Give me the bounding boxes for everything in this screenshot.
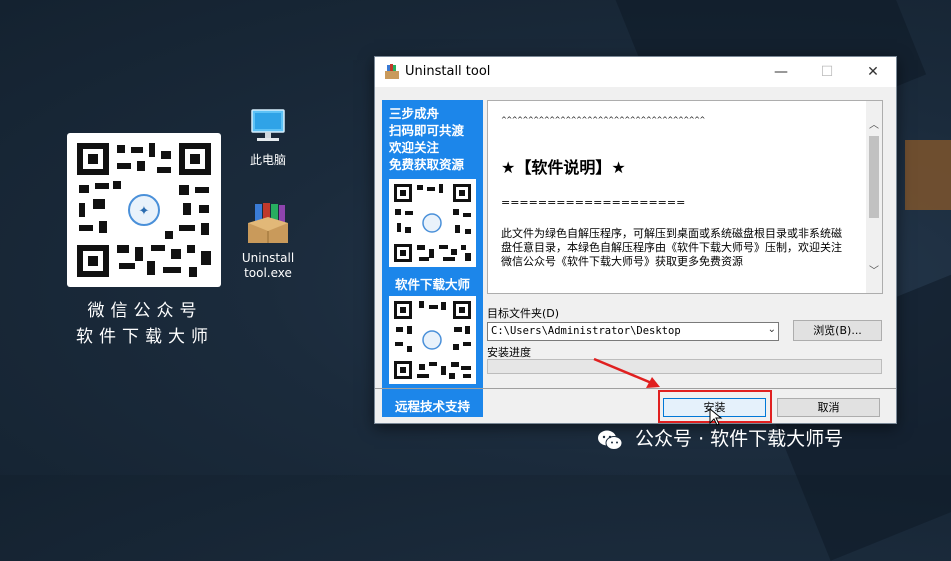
promo-sidebar: 三步成舟 扫码即可共渡 欢迎关注 免费获取资源 软件下载大师 远程技术支持 bbox=[382, 100, 483, 417]
promo-line: 三步成舟 bbox=[389, 106, 440, 121]
cancel-button[interactable]: 取消 bbox=[777, 398, 880, 417]
target-folder-label: 目标文件夹(D) bbox=[487, 307, 560, 320]
desktop-icon-label-ext: tool.exe bbox=[244, 266, 292, 280]
qr-code-icon bbox=[394, 184, 471, 262]
computer-icon bbox=[251, 109, 285, 141]
scroll-down-icon[interactable]: ﹀ bbox=[866, 263, 882, 280]
archive-box-icon bbox=[248, 203, 288, 243]
sidebar-mid-label: 软件下载大师 bbox=[394, 277, 470, 292]
info-textbox[interactable]: ^^^^^^^^^^^^^^^^^^^^^^^^^^^^^^^^^^^^^^ ★… bbox=[487, 100, 883, 294]
desktop-icon-label: 此电脑 bbox=[249, 153, 286, 167]
sidebar-bottom-label: 远程技术支持 bbox=[394, 399, 470, 414]
scroll-thumb[interactable] bbox=[869, 136, 879, 218]
desktop-icon-label: Uninstall bbox=[241, 251, 295, 265]
info-equals-line: ==================== bbox=[501, 196, 686, 209]
maximize-button[interactable]: ☐ bbox=[804, 57, 850, 87]
desktop-icon-uninstall-tool[interactable]: Uninstall tool.exe bbox=[233, 201, 303, 281]
pointer-arrow-icon bbox=[593, 357, 660, 388]
info-caret-line: ^^^^^^^^^^^^^^^^^^^^^^^^^^^^^^^^^^^^^^ bbox=[501, 116, 705, 124]
install-progress-bar bbox=[487, 359, 882, 374]
desktop-qr-code: ✦ bbox=[67, 133, 221, 287]
promo-line: 扫码即可共渡 bbox=[389, 123, 465, 138]
info-paragraph: 此文件为绿色自解压程序，可解压到桌面或系统磁盘根目录或非系统磁盘任意目录，本绿色… bbox=[501, 227, 842, 268]
watermark: 公众号 · 软件下载大师号 bbox=[597, 424, 843, 451]
archive-box-icon bbox=[385, 64, 399, 79]
desktop-icon-this-pc[interactable]: 此电脑 bbox=[233, 105, 303, 168]
qr-caption-line2: 软件下载大师 bbox=[76, 327, 214, 347]
background-accent bbox=[905, 140, 951, 210]
sidebar-qr-code bbox=[389, 296, 476, 384]
chevron-down-icon[interactable]: ⌄ bbox=[768, 324, 776, 335]
promo-line: 欢迎关注 bbox=[389, 140, 440, 155]
scroll-up-icon[interactable]: ︿ bbox=[866, 117, 882, 134]
minimize-button[interactable]: — bbox=[758, 57, 804, 87]
svg-text:✦: ✦ bbox=[139, 204, 150, 219]
info-heading: ★【软件说明】★ bbox=[501, 158, 626, 177]
title-bar[interactable]: Uninstall tool — ☐ ✕ bbox=[375, 57, 896, 87]
info-scrollbar[interactable]: ︿ ﹀ bbox=[866, 101, 882, 293]
watermark-text: 公众号 · 软件下载大师号 bbox=[635, 428, 844, 450]
window-title: Uninstall tool bbox=[405, 64, 491, 79]
browse-button[interactable]: 浏览(B)... bbox=[793, 320, 882, 341]
close-button[interactable]: ✕ bbox=[850, 57, 896, 87]
wechat-icon bbox=[598, 430, 623, 450]
progress-label: 安装进度 bbox=[487, 346, 531, 359]
qr-code-icon: ✦ bbox=[77, 143, 211, 277]
promo-line: 免费获取资源 bbox=[389, 157, 465, 172]
target-folder-combo[interactable]: C:\Users\Administrator\Desktop ⌄ bbox=[487, 322, 779, 341]
sidebar-qr-code bbox=[389, 179, 476, 267]
qr-caption-line1: 微信公众号 bbox=[87, 301, 203, 321]
qr-code-icon bbox=[394, 301, 471, 379]
target-folder-value: C:\Users\Administrator\Desktop bbox=[491, 325, 681, 337]
